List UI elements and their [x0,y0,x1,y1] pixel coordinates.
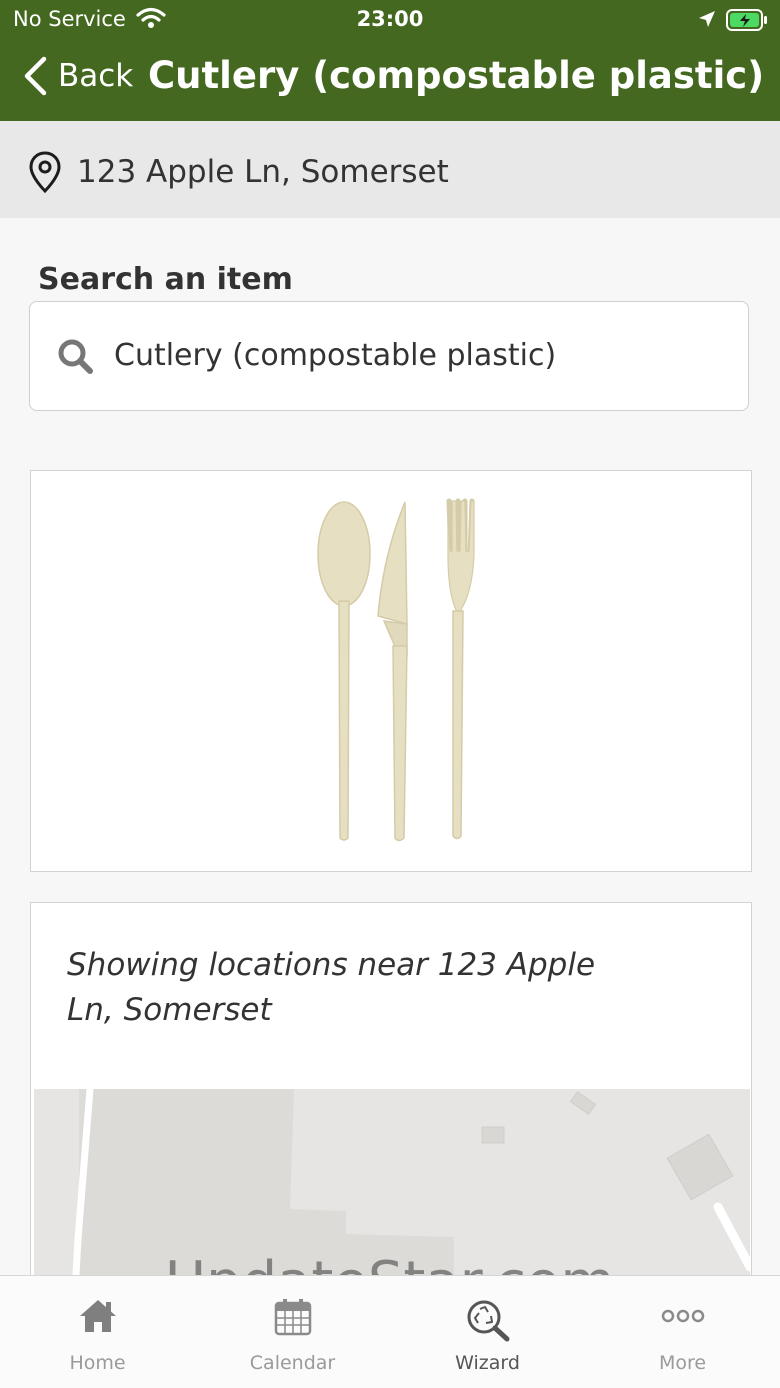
back-label: Back [58,58,134,94]
status-time: 23:00 [356,7,424,31]
back-button[interactable]: Back [22,56,133,96]
page-title: Cutlery (compostable plastic) [148,54,765,97]
map-pin-icon [28,151,62,197]
tab-home[interactable]: Home [0,1276,195,1388]
search-value: Cutlery (compostable plastic) [114,338,557,373]
locations-card: Showing locations near 123 Apple Ln, Som… [30,902,752,1302]
recycle-search-icon [465,1298,511,1346]
tab-label: Calendar [249,1352,336,1374]
tab-more[interactable]: More [585,1276,780,1388]
top-bar: No Service 23:00 Back Cutlery (compostab… [0,0,780,121]
showing-locations-text: Showing locations near 123 Apple Ln, Som… [67,947,596,1028]
tab-label: Wizard [455,1352,520,1374]
tab-bar: Home Calendar Wizard More [0,1275,780,1388]
search-input[interactable]: Cutlery (compostable plastic) [29,301,749,411]
location-address: 123 Apple Ln, Somerset [77,154,449,190]
location-arrow-icon [697,9,717,33]
cutlery-image [317,498,475,842]
tab-label: Home [69,1352,126,1374]
tab-calendar[interactable]: Calendar [195,1276,390,1388]
calendar-icon [274,1298,312,1340]
search-label: Search an item [38,262,293,297]
tab-label: More [658,1352,707,1374]
more-icon [660,1298,706,1338]
search-icon [57,338,95,380]
battery-icon [726,9,768,35]
chevron-left-icon [24,56,47,96]
location-bar[interactable]: 123 Apple Ln, Somerset [0,121,780,218]
item-image-card [30,470,752,872]
status-bar: No Service 23:00 [0,0,780,40]
tab-wizard[interactable]: Wizard [390,1276,585,1388]
home-icon [78,1298,118,1338]
nav-bar: Back Cutlery (compostable plastic) [0,48,780,108]
